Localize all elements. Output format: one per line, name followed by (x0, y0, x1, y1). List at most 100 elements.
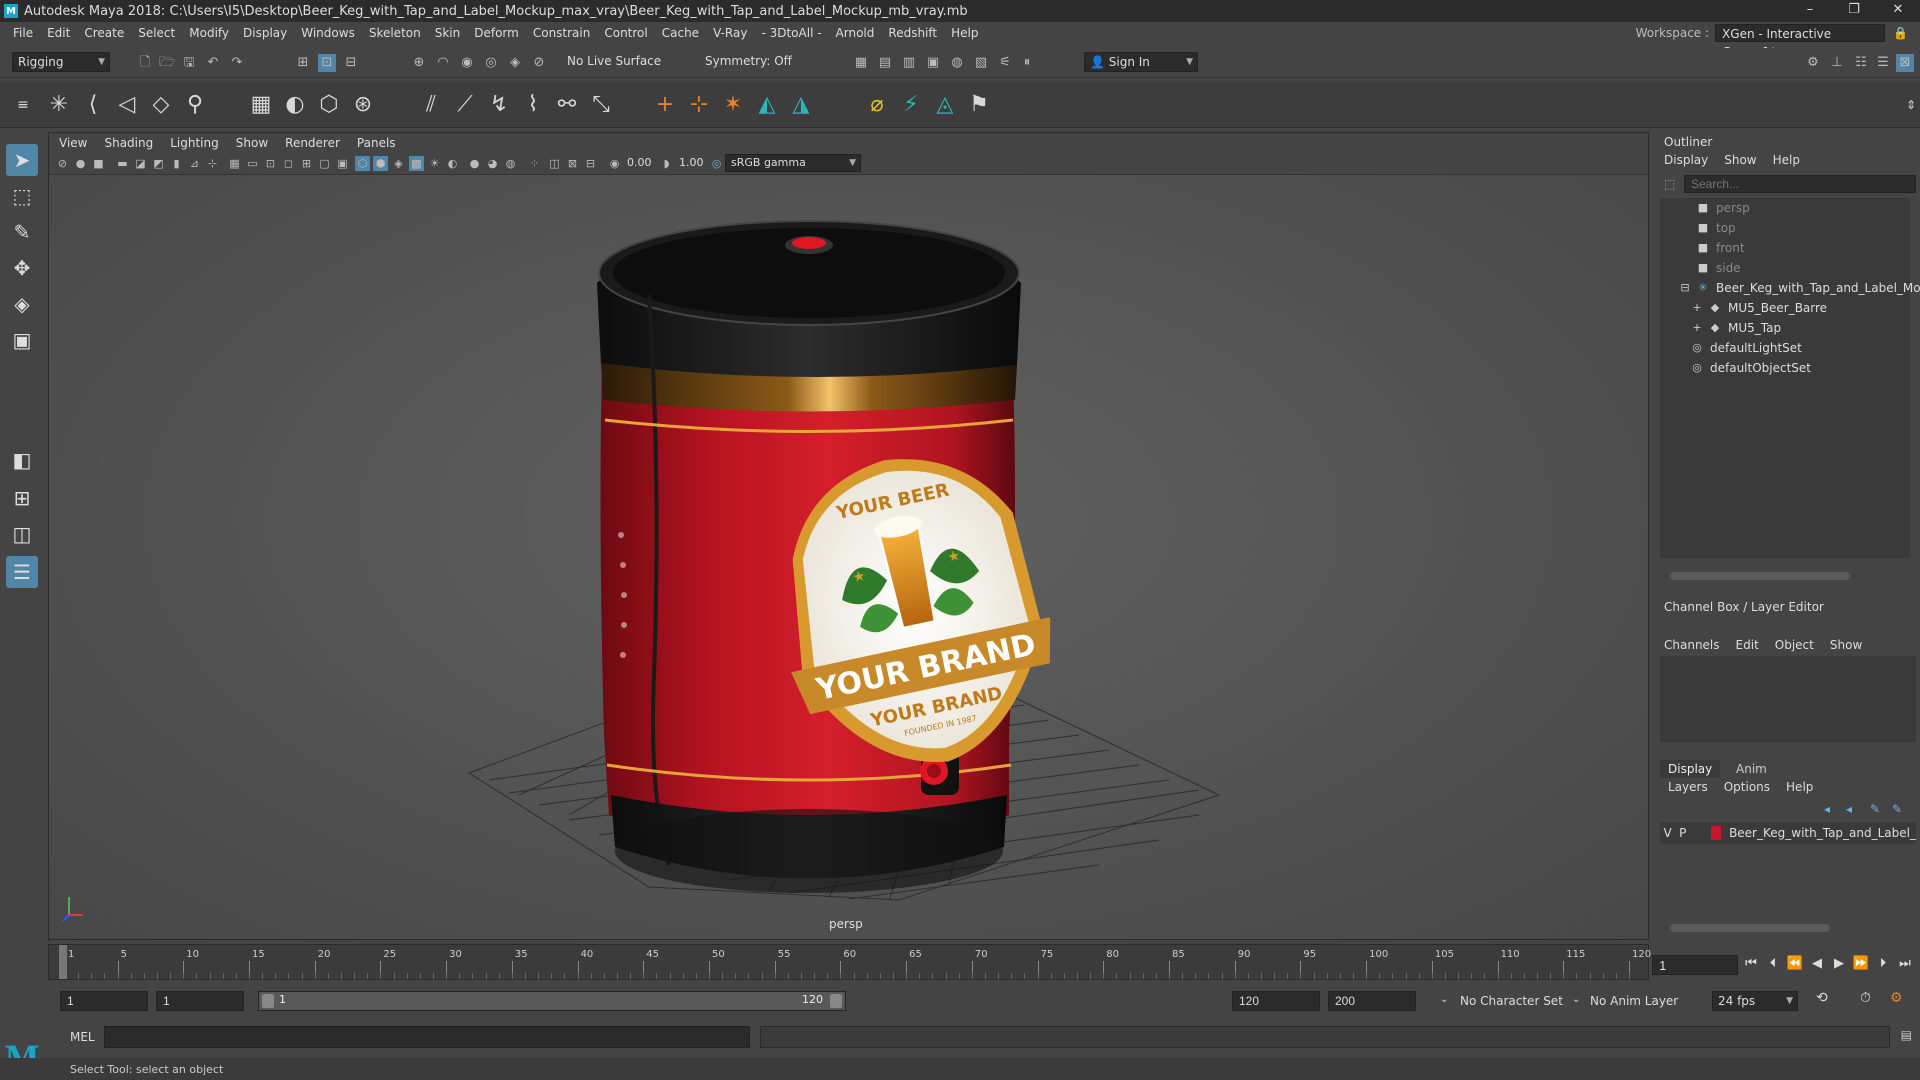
outliner-scrollbar[interactable] (1670, 572, 1850, 580)
new-layer-icon[interactable]: ✎ (1870, 802, 1880, 816)
rigid-bind-icon[interactable]: ⊛ (348, 90, 378, 120)
undo-icon[interactable]: ↶ (204, 54, 222, 72)
outliner-item-tap[interactable]: + ◆ MU5_Tap (1692, 318, 1781, 338)
channel-box-menu-channels[interactable]: Channels (1664, 638, 1720, 652)
search-options-icon[interactable]: ⬚ (1664, 177, 1675, 191)
play-forwards-icon[interactable]: ▶ (1828, 952, 1850, 976)
animation-prefs-icon[interactable]: ⚙ (1890, 990, 1903, 1006)
auto-key-icon[interactable]: ⏱ (1860, 990, 1871, 1006)
expand-icon[interactable]: + (1692, 302, 1702, 314)
go-to-end-icon[interactable]: ⏭ (1894, 952, 1916, 976)
step-back-key-icon[interactable]: ⏴ (1762, 952, 1784, 976)
snap-view-icon[interactable]: ◎ (482, 54, 500, 72)
tool-settings-icon[interactable]: ☷ (1852, 54, 1870, 72)
modeling-toolkit-icon[interactable]: ⚙ (1804, 54, 1822, 72)
smooth-bind-icon[interactable]: ⬡ (314, 90, 344, 120)
wireframe-grid-icon[interactable]: ▦ (227, 156, 242, 171)
outliner-item-objectset[interactable]: ◎ defaultObjectSet (1690, 358, 1811, 378)
snap-grid-icon[interactable]: ⊕ (410, 54, 428, 72)
layer-visibility-toggle[interactable]: V (1660, 826, 1675, 840)
redo-icon[interactable]: ↷ (228, 54, 246, 72)
quick-rig-icon[interactable]: ◭ (752, 90, 782, 120)
new-scene-icon[interactable]: 🗋 (136, 54, 154, 72)
select-tool-icon[interactable]: ➤ (6, 144, 38, 176)
menu-vray[interactable]: V-Ray (706, 26, 754, 40)
channel-box-menu-object[interactable]: Object (1775, 638, 1814, 652)
chevron-down-icon[interactable]: ⌄ (1572, 994, 1580, 1005)
channel-box-toggle-icon[interactable]: ⊠ (1896, 54, 1914, 72)
render-current-frame-icon[interactable]: ▦ (852, 54, 870, 72)
film-gate-icon[interactable]: ◪ (133, 156, 148, 171)
restore-button[interactable]: ❐ (1832, 0, 1876, 22)
orient-joint-icon[interactable]: ⚲ (180, 90, 210, 120)
viewport-menu-panels[interactable]: Panels (357, 136, 396, 150)
lasso-tool-icon[interactable]: ⬚ (6, 180, 38, 212)
view-transform-dropdown[interactable]: sRGB gamma ▼ (725, 154, 861, 172)
layer-menu-layers[interactable]: Layers (1668, 780, 1708, 794)
isolate-icon[interactable]: ◫ (547, 156, 562, 171)
step-back-frame-icon[interactable]: ⏪ (1784, 952, 1806, 976)
safe-title-icon[interactable]: ◻ (281, 156, 296, 171)
mel-command-input[interactable] (104, 1026, 750, 1048)
outliner-item-persp[interactable]: ■ persp (1696, 198, 1750, 218)
menu-skin[interactable]: Skin (428, 26, 468, 40)
lights-icon[interactable]: ☀ (427, 156, 442, 171)
depth-of-field-icon[interactable]: ⁘ (527, 156, 542, 171)
expand-icon[interactable]: + (1692, 322, 1702, 334)
outliner-item-side[interactable]: ■ side (1696, 258, 1741, 278)
vray-ipr-icon[interactable]: ⚟ (996, 54, 1014, 72)
outliner-search-input[interactable] (1684, 175, 1916, 193)
hik-icon[interactable]: ◬ (930, 90, 960, 120)
menu-deform[interactable]: Deform (467, 26, 526, 40)
channel-box-menu-edit[interactable]: Edit (1736, 638, 1759, 652)
hud-icon[interactable]: ⊟ (583, 156, 598, 171)
collapse-icon[interactable]: ⊟ (1680, 282, 1690, 294)
rotate-tool-icon[interactable]: ◈ (6, 288, 38, 320)
menu-set-dropdown[interactable]: Rigging ▼ (12, 52, 110, 72)
menu-modify[interactable]: Modify (182, 26, 236, 40)
menu-select[interactable]: Select (131, 26, 182, 40)
wireframe-icon[interactable]: ⬡ (355, 156, 370, 171)
render-view-icon[interactable]: ◍ (948, 54, 966, 72)
safe-action-icon[interactable]: ⊹ (205, 156, 220, 171)
tab-display[interactable]: Display (1660, 760, 1721, 778)
wire-icon[interactable]: ⌇ (518, 90, 548, 120)
layer-color-swatch[interactable] (1711, 826, 1722, 840)
viewport-menu-show[interactable]: Show (236, 136, 268, 150)
open-scene-icon[interactable]: 🗁 (158, 54, 176, 72)
motion-blur-icon[interactable]: ◕ (485, 156, 500, 171)
playback-start-field[interactable] (156, 991, 244, 1011)
move-layer-down-icon[interactable]: ◂ (1846, 802, 1852, 816)
playback-end-field[interactable] (1232, 991, 1320, 1011)
paint-select-icon[interactable]: ✎ (6, 216, 38, 248)
current-time-indicator[interactable] (59, 945, 67, 979)
two-view-icon[interactable]: ◫ (6, 518, 38, 550)
frame-selected-icon[interactable]: ▣ (335, 156, 350, 171)
blend-shape-icon[interactable]: ⚯ (552, 90, 582, 120)
field-chart-icon[interactable]: ⊿ (187, 156, 202, 171)
scale-tool-icon[interactable]: ▣ (6, 324, 38, 356)
color-management-icon[interactable]: ◎ (709, 156, 724, 171)
xray-joints-icon[interactable]: ⊠ (565, 156, 580, 171)
attribute-editor-icon[interactable]: ⊥ (1828, 54, 1846, 72)
viewport-menu-renderer[interactable]: Renderer (285, 136, 340, 150)
fps-dropdown[interactable]: 24 fps ▼ (1712, 991, 1798, 1011)
textured-icon[interactable]: ▩ (409, 156, 424, 171)
script-language-toggle[interactable]: MEL (70, 1030, 95, 1044)
select-component-icon[interactable]: ⊟ (342, 54, 360, 72)
vray-render-icon[interactable]: ▧ (972, 54, 990, 72)
lock-icon[interactable]: 🔒 (1893, 26, 1908, 40)
lattice-icon[interactable]: ⟋ (450, 90, 480, 120)
character-controls-icon[interactable]: ◮ (786, 90, 816, 120)
save-scene-icon[interactable]: 🖫 (180, 54, 198, 72)
ik-handle-icon[interactable]: ⟨ (78, 90, 108, 120)
default-material-icon[interactable]: ◈ (391, 156, 406, 171)
new-layer-selected-icon[interactable]: ✎ (1892, 802, 1902, 816)
skeleton-icon[interactable]: ⌀ (862, 90, 892, 120)
locator-icon[interactable]: + (650, 90, 680, 120)
viewport-menu-shading[interactable]: Shading (104, 136, 153, 150)
go-to-start-icon[interactable]: ⏮ (1740, 952, 1762, 976)
move-layer-up-icon[interactable]: ◂ (1824, 802, 1830, 816)
menu-edit[interactable]: Edit (40, 26, 77, 40)
menu-help[interactable]: Help (944, 26, 985, 40)
